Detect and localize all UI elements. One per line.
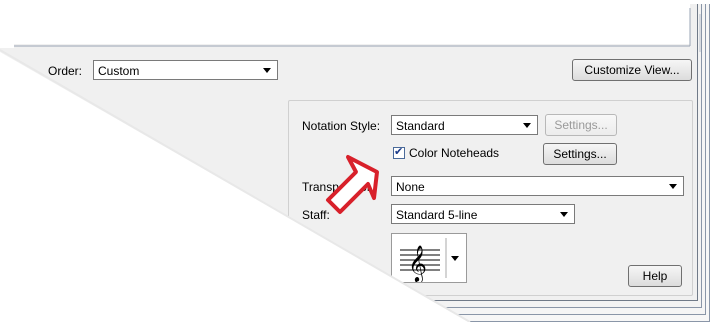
red-arrow-icon	[326, 155, 379, 214]
